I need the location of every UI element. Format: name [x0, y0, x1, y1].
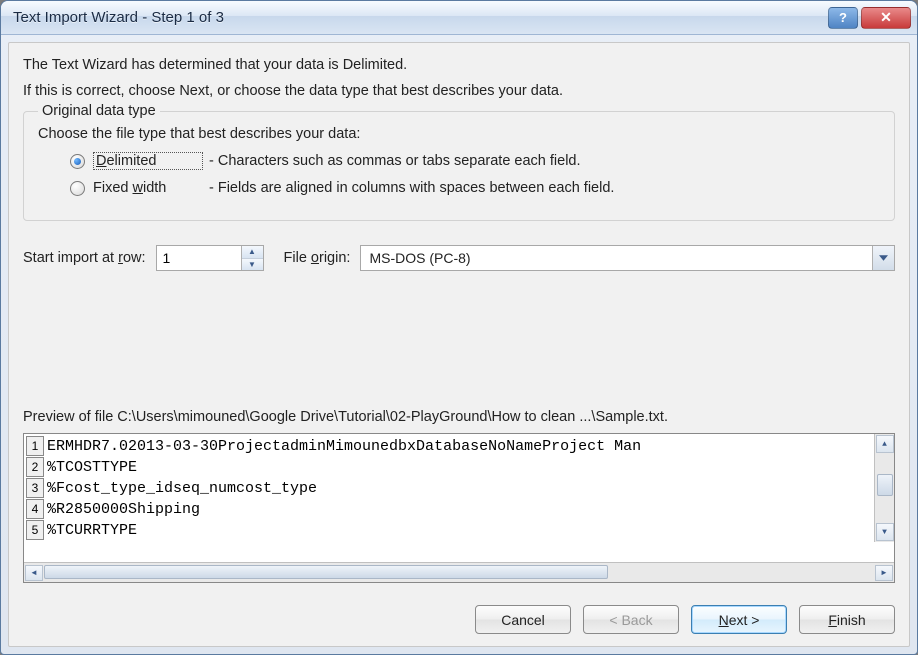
start-row-input[interactable] — [157, 246, 241, 270]
dialog-button-row: Cancel < Back Next > Finish — [23, 605, 895, 634]
row-text: %Fcost_type_idseq_numcost_type — [47, 478, 317, 499]
preview-rows: 1ERMHDR7.02013-03-30ProjectadminMimouned… — [24, 434, 894, 562]
vertical-scrollbar[interactable]: ▲ ▼ — [874, 434, 894, 542]
preview-row: 4%R2850000Shipping — [26, 499, 892, 520]
row-text: ERMHDR7.02013-03-30ProjectadminMimounedb… — [47, 436, 641, 457]
radio-row-delimited: DDelimitedelimited - Characters such as … — [70, 152, 880, 170]
file-origin-value: MS-DOS (PC-8) — [361, 246, 872, 270]
intro-text-2: If this is correct, choose Next, or choo… — [23, 83, 895, 99]
choose-file-type-label: Choose the file type that best describes… — [38, 126, 880, 142]
scroll-left-button[interactable]: ◄ — [25, 565, 43, 581]
titlebar: Text Import Wizard - Step 1 of 3 ? ✕ — [1, 1, 917, 35]
intro-text-1: The Text Wizard has determined that your… — [23, 57, 895, 73]
spinner-down-button[interactable]: ▼ — [242, 259, 263, 271]
dialog-content: The Text Wizard has determined that your… — [8, 42, 910, 647]
preview-row: 2%TCOSTTYPE — [26, 457, 892, 478]
scroll-up-button[interactable]: ▲ — [876, 435, 894, 453]
preview-row: 1ERMHDR7.02013-03-30ProjectadminMimouned… — [26, 436, 892, 457]
delimited-desc: - Characters such as commas or tabs sepa… — [209, 153, 581, 169]
file-origin-dropdown-button[interactable] — [872, 246, 894, 270]
scroll-down-button[interactable]: ▼ — [876, 523, 894, 541]
original-data-type-group: Original data type Choose the file type … — [23, 111, 895, 221]
preview-box: 1ERMHDR7.02013-03-30ProjectadminMimouned… — [23, 433, 895, 583]
horizontal-scrollbar[interactable]: ◄ ► — [24, 562, 894, 582]
row-number: 2 — [26, 457, 44, 477]
chevron-down-icon — [879, 255, 888, 261]
horizontal-scroll-thumb[interactable] — [44, 565, 608, 579]
vertical-scroll-thumb[interactable] — [877, 474, 893, 496]
preview-row: 3%Fcost_type_idseq_numcost_type — [26, 478, 892, 499]
dialog-window: Text Import Wizard - Step 1 of 3 ? ✕ The… — [0, 0, 918, 655]
row-number: 1 — [26, 436, 44, 456]
help-button[interactable]: ? — [828, 7, 858, 29]
delimited-radio[interactable] — [70, 154, 85, 169]
row-text: %TCURRTYPE — [47, 520, 137, 541]
preview-row: 5%TCURRTYPE — [26, 520, 892, 541]
row-text: %TCOSTTYPE — [47, 457, 137, 478]
window-title: Text Import Wizard - Step 1 of 3 — [13, 9, 828, 26]
back-button[interactable]: < Back — [583, 605, 679, 634]
row-number: 4 — [26, 499, 44, 519]
preview-label: Preview of file C:\Users\mimouned\Google… — [23, 409, 895, 425]
group-title: Original data type — [38, 103, 160, 119]
close-button[interactable]: ✕ — [861, 7, 911, 29]
import-options-row: Start import at row: ▲ ▼ File origin: MS… — [23, 245, 895, 271]
spinner-up-button[interactable]: ▲ — [242, 246, 263, 259]
start-row-label: Start import at row: — [23, 250, 146, 266]
fixed-width-radio-label[interactable]: Fixed width — [93, 180, 203, 196]
row-number: 5 — [26, 520, 44, 540]
file-origin-combo[interactable]: MS-DOS (PC-8) — [360, 245, 895, 271]
radio-row-fixed: Fixed width - Fields are aligned in colu… — [70, 180, 880, 196]
scroll-right-button[interactable]: ► — [875, 565, 893, 581]
row-text: %R2850000Shipping — [47, 499, 200, 520]
finish-button[interactable]: Finish — [799, 605, 895, 634]
fixed-width-desc: - Fields are aligned in columns with spa… — [209, 180, 614, 196]
delimited-radio-label[interactable]: DDelimitedelimited — [93, 152, 203, 170]
row-number: 3 — [26, 478, 44, 498]
file-origin-label: File origin: — [284, 250, 351, 266]
horizontal-scroll-track[interactable] — [44, 565, 874, 581]
fixed-width-radio[interactable] — [70, 181, 85, 196]
cancel-button[interactable]: Cancel — [475, 605, 571, 634]
start-row-spinner: ▲ ▼ — [156, 245, 264, 271]
next-button[interactable]: Next > — [691, 605, 787, 634]
